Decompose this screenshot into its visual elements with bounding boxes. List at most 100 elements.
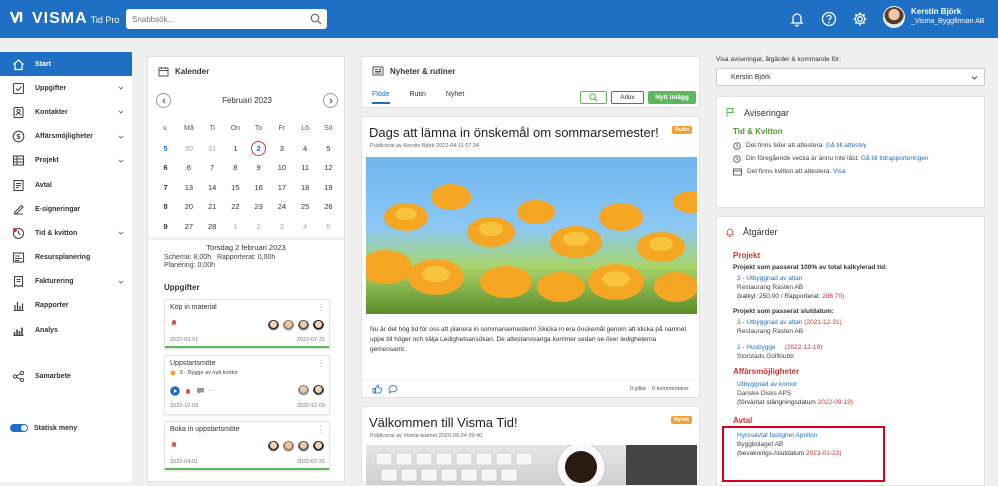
visma-logo[interactable]: VISMA Tid Pro bbox=[10, 10, 119, 28]
calendar-day[interactable]: 2 bbox=[247, 217, 270, 237]
calendar-day[interactable]: 3 bbox=[270, 139, 293, 159]
sidebar-item-e-signeringar[interactable]: E-signeringar bbox=[0, 197, 132, 221]
sidebar-item-kontakter[interactable]: Kontakter bbox=[0, 100, 132, 124]
calendar-day[interactable]: 26 bbox=[317, 197, 340, 217]
sidebar-item-label: Rapporter bbox=[35, 302, 69, 310]
week-number[interactable]: 7 bbox=[154, 178, 177, 198]
next-month-button[interactable] bbox=[323, 93, 338, 108]
post-title[interactable]: Dags att lämna in önskemål om sommarseme… bbox=[362, 117, 699, 140]
calendar-day[interactable]: 1 bbox=[224, 139, 247, 159]
calendar-day[interactable]: 16 bbox=[247, 178, 270, 198]
calendar-day[interactable]: 1 bbox=[224, 217, 247, 237]
comment-icon[interactable] bbox=[196, 387, 205, 395]
search-icon bbox=[589, 93, 598, 102]
more-icon[interactable]: ··· bbox=[207, 386, 215, 395]
calendar-day[interactable]: 20 bbox=[177, 197, 200, 217]
sidebar-item-samarbete[interactable]: Samarbete bbox=[0, 364, 132, 388]
calendar-day[interactable]: 5 bbox=[317, 217, 340, 237]
calendar-day[interactable]: 19 bbox=[317, 178, 340, 198]
task-card[interactable]: Uppstartsmöte ⋮ 5 - Bygge av nytt kontor… bbox=[164, 355, 330, 415]
more-icon[interactable]: ⋮ bbox=[317, 425, 325, 434]
calendar-day[interactable]: 10 bbox=[270, 158, 293, 178]
help-icon[interactable] bbox=[821, 11, 837, 27]
search-icon[interactable] bbox=[310, 13, 322, 25]
flag-icon bbox=[726, 108, 735, 117]
user-select[interactable]: Kerstin Björk bbox=[716, 68, 985, 86]
sidebar-item-start[interactable]: Start bbox=[0, 52, 132, 77]
new-post-button[interactable]: Nytt inlägg bbox=[648, 91, 696, 104]
calendar-day[interactable]: 30 bbox=[177, 139, 200, 159]
bell-icon[interactable] bbox=[789, 11, 805, 27]
calendar-day[interactable]: 13 bbox=[177, 178, 200, 198]
receipts-link[interactable]: Visa bbox=[833, 168, 846, 175]
calendar-day[interactable]: 25 bbox=[294, 197, 317, 217]
user-menu[interactable]: Kerstin Björk _Visma_Byggfirman AB bbox=[883, 6, 984, 28]
calendar-day[interactable]: 14 bbox=[201, 178, 224, 198]
sidebar-item-resursplanering[interactable]: Resursplanering bbox=[0, 246, 132, 270]
search-input[interactable] bbox=[132, 14, 307, 24]
calendar-day[interactable]: 4 bbox=[294, 139, 317, 159]
calendar-day-today[interactable]: 2 bbox=[247, 139, 270, 159]
project-link[interactable]: 3 - Utbyggnad av altan bbox=[737, 275, 802, 282]
calendar-day[interactable]: 7 bbox=[201, 158, 224, 178]
more-icon[interactable]: ⋮ bbox=[317, 303, 325, 312]
time-report-link[interactable]: Gå till tidrapporteringen bbox=[861, 155, 929, 162]
static-menu-toggle[interactable] bbox=[10, 424, 28, 432]
calendar-day[interactable]: 5 bbox=[317, 139, 340, 159]
project-link[interactable]: 1 - Husbygge bbox=[737, 344, 776, 351]
calendar-day[interactable]: 28 bbox=[201, 217, 224, 237]
comment-icon[interactable] bbox=[388, 384, 398, 394]
search-box[interactable] bbox=[126, 9, 327, 29]
tab-flode[interactable]: Flöde bbox=[372, 91, 390, 104]
play-icon[interactable] bbox=[170, 386, 180, 396]
calendar-day[interactable]: 22 bbox=[224, 197, 247, 217]
gear-icon[interactable] bbox=[852, 11, 868, 27]
task-card[interactable]: Boka in uppstartsmöte ⋮ 2022-04-01 2022-0… bbox=[164, 421, 330, 471]
calendar-day[interactable]: 4 bbox=[294, 217, 317, 237]
sidebar-item-fakturering[interactable]: Fakturering bbox=[0, 270, 132, 294]
attest-link[interactable]: Gå till attestvy bbox=[826, 142, 867, 149]
prev-month-button[interactable] bbox=[156, 93, 171, 108]
sidebar-item-projekt[interactable]: Projekt bbox=[0, 149, 132, 173]
sidebar-item-analys[interactable]: Analys bbox=[0, 318, 132, 342]
week-number[interactable]: 5 bbox=[154, 139, 177, 159]
notifications-panel: Aviseringar Tid & Kvitton Det finns tide… bbox=[716, 96, 985, 208]
calendar-day[interactable]: 23 bbox=[247, 197, 270, 217]
calendar-day[interactable]: 6 bbox=[177, 158, 200, 178]
news-panel: Nyheter & rutiner Flöde Rutin Nyhet Arki… bbox=[361, 56, 700, 485]
opportunity-link[interactable]: Utbyggnad av kontor bbox=[737, 381, 797, 388]
week-number[interactable]: 6 bbox=[154, 158, 177, 178]
project-link[interactable]: 3 - Utbyggnad av altan bbox=[737, 319, 802, 326]
calendar-day[interactable]: 9 bbox=[247, 158, 270, 178]
sidebar-item-label: Projekt bbox=[35, 157, 59, 165]
post-title[interactable]: Välkommen till Visma Tid! bbox=[362, 407, 699, 430]
sidebar-item-avtal[interactable]: Avtal bbox=[0, 173, 132, 197]
tab-nyhet[interactable]: Nyhet bbox=[446, 91, 464, 104]
calendar-day[interactable]: 17 bbox=[270, 178, 293, 198]
calendar-day[interactable]: 8 bbox=[224, 158, 247, 178]
news-search-button[interactable] bbox=[580, 91, 607, 104]
calendar-day[interactable]: 3 bbox=[270, 217, 293, 237]
week-number[interactable]: 9 bbox=[154, 217, 177, 237]
calendar-day[interactable]: 11 bbox=[294, 158, 317, 178]
calendar-day[interactable]: 31 bbox=[201, 139, 224, 159]
sidebar-item-uppgifter[interactable]: Uppgifter bbox=[0, 76, 132, 100]
sidebar-item-affarsmojligheter[interactable]: $ Affärsmöjligheter bbox=[0, 125, 132, 149]
calendar-month: Februari 2023 bbox=[222, 96, 272, 105]
like-icon[interactable] bbox=[372, 384, 382, 394]
archive-button[interactable]: Arkiv bbox=[611, 91, 644, 104]
sidebar-item-tid-kvitton[interactable]: Tid & kvitton bbox=[0, 221, 132, 245]
static-menu-toggle-row[interactable]: Statisk meny bbox=[10, 424, 77, 432]
task-card[interactable]: Köp in material ⋮ 2022-03-01 2022-07-31 bbox=[164, 299, 330, 349]
calendar-day[interactable]: 27 bbox=[177, 217, 200, 237]
calendar-day[interactable]: 24 bbox=[270, 197, 293, 217]
calendar-day[interactable]: 21 bbox=[201, 197, 224, 217]
calendar-day[interactable]: 18 bbox=[294, 178, 317, 198]
tab-rutin[interactable]: Rutin bbox=[410, 91, 426, 104]
week-number[interactable]: 8 bbox=[154, 197, 177, 217]
more-icon[interactable]: ⋮ bbox=[317, 359, 325, 368]
calendar-day[interactable]: 15 bbox=[224, 178, 247, 198]
sidebar-item-rapporter[interactable]: Rapporter bbox=[0, 294, 132, 318]
calendar-day[interactable]: 12 bbox=[317, 158, 340, 178]
task-title: Uppstartsmöte bbox=[170, 360, 216, 367]
